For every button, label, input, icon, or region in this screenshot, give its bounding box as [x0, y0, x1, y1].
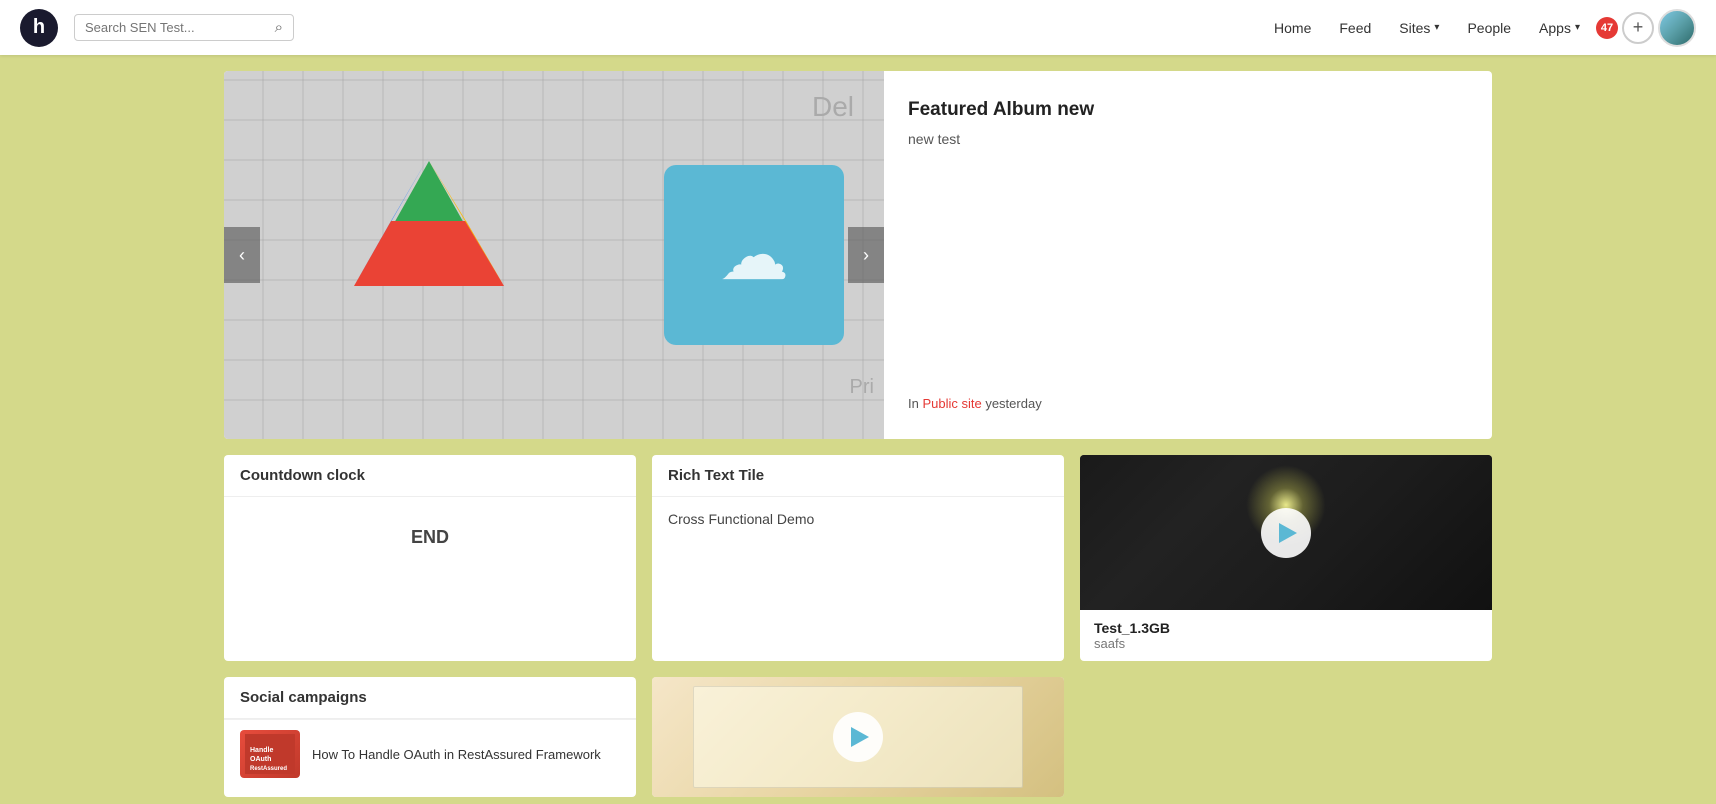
pri-label: Pri	[850, 376, 874, 399]
hero-footer: In Public site yesterday	[908, 396, 1468, 411]
hero-image-container: Del Pri ☁	[224, 71, 884, 439]
second-row: Social campaigns Handle OAuth RestAssure…	[224, 677, 1492, 797]
social-item-text: How To Handle OAuth in RestAssured Frame…	[312, 747, 601, 762]
nav-people[interactable]: People	[1455, 12, 1523, 44]
del-label: Del	[812, 91, 854, 123]
countdown-value: END	[411, 527, 449, 548]
countdown-card: Countdown clock END	[224, 455, 636, 661]
main-content: Del Pri ☁	[208, 55, 1508, 797]
avatar[interactable]	[1658, 9, 1696, 47]
cloud-key: ☁	[664, 165, 844, 345]
hero-keyboard: Del Pri ☁	[224, 71, 884, 439]
media-play-triangle-icon	[851, 727, 869, 747]
hero-footer-prefix: In	[908, 396, 922, 411]
play-triangle-icon	[1279, 523, 1297, 543]
hero-section: Del Pri ☁	[224, 71, 1492, 439]
content-grid: Countdown clock END Rich Text Tile Cross…	[224, 455, 1492, 661]
countdown-body: END	[224, 497, 636, 577]
chevron-down-icon-apps: ▾	[1575, 22, 1580, 33]
hero-next-button[interactable]: ›	[848, 227, 884, 283]
nav-home[interactable]: Home	[1262, 12, 1323, 44]
main-nav: Home Feed Sites ▾ People Apps ▾ 47 +	[1262, 9, 1696, 47]
media-thumbnail	[652, 677, 1064, 797]
social-thumbnail: Handle OAuth RestAssured	[240, 730, 300, 778]
logo[interactable]: h	[20, 9, 58, 47]
countdown-header: Countdown clock	[224, 455, 636, 497]
social-item[interactable]: Handle OAuth RestAssured How To Handle O…	[224, 719, 636, 788]
notification-badge[interactable]: 47	[1596, 17, 1618, 39]
search-bar: ⌕	[74, 14, 294, 41]
svg-text:Handle: Handle	[250, 747, 273, 754]
add-button[interactable]: +	[1622, 12, 1654, 44]
media-card	[652, 677, 1064, 797]
rich-text-card: Rich Text Tile Cross Functional Demo	[652, 455, 1064, 661]
google-drive-icon	[354, 156, 504, 296]
hero-prev-button[interactable]: ‹	[224, 227, 260, 283]
nav-sites[interactable]: Sites ▾	[1387, 12, 1451, 44]
hero-info: Featured Album new new test In Public si…	[884, 71, 1492, 439]
video-title: Test_1.3GB	[1094, 620, 1478, 636]
video-play-button[interactable]	[1261, 508, 1311, 558]
hero-footer-link[interactable]: Public site	[922, 396, 981, 411]
svg-text:RestAssured: RestAssured	[250, 766, 287, 772]
social-card: Social campaigns Handle OAuth RestAssure…	[224, 677, 636, 797]
social-card-header: Social campaigns	[224, 677, 636, 719]
hero-title: Featured Album new	[908, 99, 1468, 121]
nav-sites-label: Sites	[1399, 20, 1430, 36]
media-play-button[interactable]	[833, 712, 883, 762]
third-column-placeholder	[1080, 677, 1492, 797]
nav-apps-label: Apps	[1539, 20, 1571, 36]
nav-apps[interactable]: Apps ▾	[1527, 12, 1592, 44]
nav-feed[interactable]: Feed	[1327, 12, 1383, 44]
cloud-icon: ☁	[719, 214, 789, 296]
video-card: Test_1.3GB saafs	[1080, 455, 1492, 661]
logo-letter: h	[33, 16, 45, 39]
rich-text-body: Cross Functional Demo	[652, 497, 1064, 541]
video-info: Test_1.3GB saafs	[1080, 610, 1492, 661]
hero-subtitle: new test	[908, 131, 1468, 147]
hero-footer-suffix: yesterday	[982, 396, 1042, 411]
search-input[interactable]	[85, 20, 269, 35]
svg-text:OAuth: OAuth	[250, 756, 271, 763]
rich-text-content: Cross Functional Demo	[668, 511, 1048, 527]
search-button[interactable]: ⌕	[275, 19, 283, 36]
header: h ⌕ Home Feed Sites ▾ People Apps ▾ 47 +	[0, 0, 1716, 55]
video-subtitle: saafs	[1094, 636, 1478, 651]
rich-text-header: Rich Text Tile	[652, 455, 1064, 497]
chevron-down-icon: ▾	[1434, 22, 1439, 33]
video-thumbnail	[1080, 455, 1492, 610]
